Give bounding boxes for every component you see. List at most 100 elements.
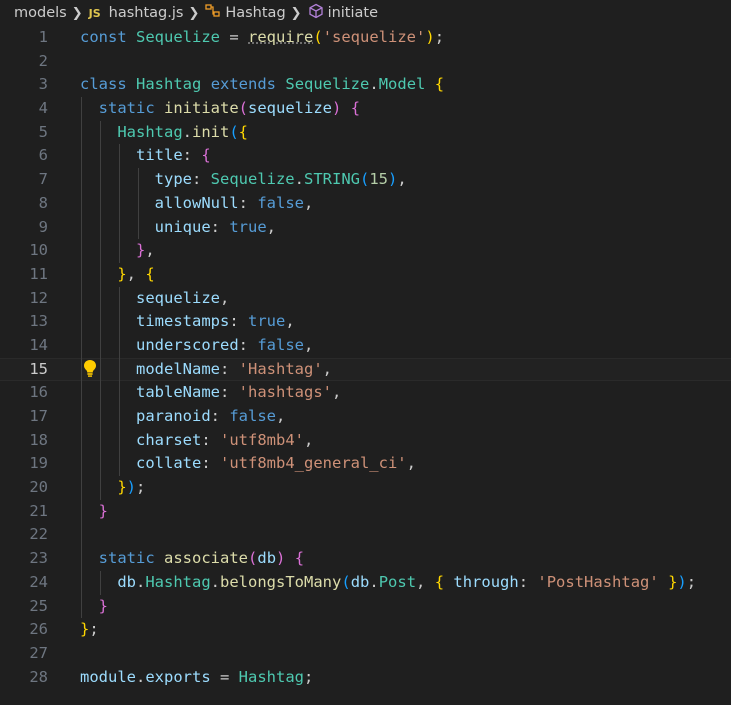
code-line[interactable]: 27 — [0, 642, 731, 666]
code-line[interactable]: 18 charset: 'utf8mb4', — [0, 428, 731, 453]
code-line[interactable]: 13 timestamps: true, — [0, 310, 731, 334]
code-line[interactable]: 5 Hashtag.init({ — [0, 120, 731, 145]
code-token: : — [238, 335, 258, 354]
code-text: unique: true, — [80, 216, 276, 240]
code-line[interactable]: 12 sequelize, — [0, 286, 731, 311]
code-token: 'utf8mb4_general_ci' — [220, 454, 407, 473]
code-editor[interactable]: 1 const Sequelize = require('sequelize');… — [0, 26, 731, 689]
breadcrumb-folder[interactable]: models — [14, 5, 67, 21]
code-token: true — [229, 217, 267, 236]
code-token: ) — [276, 549, 286, 568]
code-text: Hashtag.init({ — [80, 121, 248, 145]
code-token: , — [304, 335, 314, 354]
line-number: 23 — [29, 549, 48, 568]
code-line[interactable]: 16 tableName: 'hashtags', — [0, 381, 731, 405]
code-token: , — [285, 312, 295, 331]
code-token: ) — [126, 478, 137, 497]
code-token: : — [210, 217, 230, 236]
code-line[interactable]: 28 module.exports = Hashtag; — [0, 666, 731, 690]
code-text: } — [80, 500, 108, 524]
code-token: . — [294, 170, 304, 189]
code-token: ; — [686, 572, 697, 591]
code-token: 'Hashtag' — [238, 359, 323, 378]
code-line[interactable]: 3 class Hashtag extends Sequelize.Model { — [0, 73, 731, 97]
breadcrumb-file[interactable]: JS hashtag.js — [89, 5, 184, 21]
code-text: sequelize, — [80, 287, 229, 311]
code-token: . — [182, 122, 192, 141]
code-line[interactable]: 2 — [0, 50, 731, 74]
code-line[interactable]: 8 allowNull: false, — [0, 191, 731, 216]
code-token: STRING — [304, 170, 360, 189]
line-number: 11 — [29, 264, 48, 283]
code-token: through — [453, 572, 519, 591]
lightbulb-icon[interactable] — [82, 358, 98, 382]
code-token: : — [238, 193, 258, 212]
code-token: sequelize — [248, 99, 333, 118]
code-line[interactable]: 20 }); — [0, 476, 731, 500]
code-line[interactable]: 26}; — [0, 618, 731, 642]
code-text: type: Sequelize.STRING(15), — [80, 168, 407, 192]
code-token: ; — [136, 478, 146, 497]
code-token: } — [117, 478, 127, 497]
code-token: timestamps — [136, 312, 230, 331]
code-token: init — [192, 122, 230, 141]
code-line[interactable]: 24 db.Hashtag.belongsToMany(db.Post, { t… — [0, 570, 731, 595]
code-token: , — [266, 217, 276, 236]
code-line[interactable]: 14 underscored: false, — [0, 333, 731, 358]
code-line[interactable]: 25 } — [0, 594, 731, 619]
code-line[interactable]: 22 — [0, 523, 731, 548]
code-line[interactable]: 7 type: Sequelize.STRING(15), — [0, 168, 731, 192]
code-token: { — [145, 264, 155, 283]
code-token: ) — [332, 99, 342, 118]
code-line[interactable]: 6 title: { — [0, 144, 731, 169]
line-number: 28 — [29, 667, 48, 686]
line-number: 3 — [38, 75, 48, 94]
code-token: } — [117, 264, 127, 283]
code-token: , — [406, 454, 416, 473]
code-text: timestamps: true, — [80, 310, 295, 334]
code-text: const Sequelize = require('sequelize'); — [80, 26, 444, 50]
class-symbol-icon — [205, 4, 221, 22]
line-number: 12 — [29, 288, 48, 307]
breadcrumb-class-label: Hashtag — [225, 5, 286, 21]
code-token: initiate — [164, 99, 239, 118]
code-token: false — [257, 193, 304, 212]
code-line[interactable]: 23 static associate(db) { — [0, 547, 731, 571]
line-number: 1 — [38, 28, 48, 46]
code-line[interactable]: 21 } — [0, 499, 731, 524]
code-token: Sequelize — [285, 75, 370, 94]
code-token: , — [276, 407, 286, 425]
code-line[interactable]: 15 modelName: 'Hashtag', — [0, 357, 731, 382]
code-token: require — [248, 28, 314, 46]
code-line[interactable]: 11 }, { — [0, 262, 731, 287]
code-line[interactable]: 10 }, — [0, 239, 731, 263]
code-token: module — [80, 667, 136, 686]
code-token: . — [369, 75, 379, 94]
breadcrumb-method[interactable]: initiate — [308, 3, 378, 23]
code-text: class Hashtag extends Sequelize.Model { — [80, 73, 444, 97]
code-token: 'sequelize' — [322, 28, 426, 46]
code-line[interactable]: 9 unique: true, — [0, 215, 731, 240]
code-line[interactable]: 1 const Sequelize = require('sequelize'); — [0, 26, 731, 50]
code-token: : — [220, 383, 239, 402]
code-token: ( — [229, 122, 239, 141]
line-number: 9 — [38, 217, 48, 236]
code-token: unique — [154, 217, 211, 236]
code-token: ( — [248, 549, 258, 568]
code-token: ) — [425, 28, 435, 46]
code-line[interactable]: 17 paranoid: false, — [0, 405, 731, 429]
code-token: { — [238, 122, 249, 141]
breadcrumb-class[interactable]: Hashtag — [205, 4, 286, 22]
line-number: 8 — [38, 193, 48, 212]
line-number: 2 — [38, 51, 48, 70]
code-line[interactable]: 4 static initiate(sequelize) { — [0, 97, 731, 121]
code-line[interactable]: 19 collate: 'utf8mb4_general_ci', — [0, 452, 731, 477]
